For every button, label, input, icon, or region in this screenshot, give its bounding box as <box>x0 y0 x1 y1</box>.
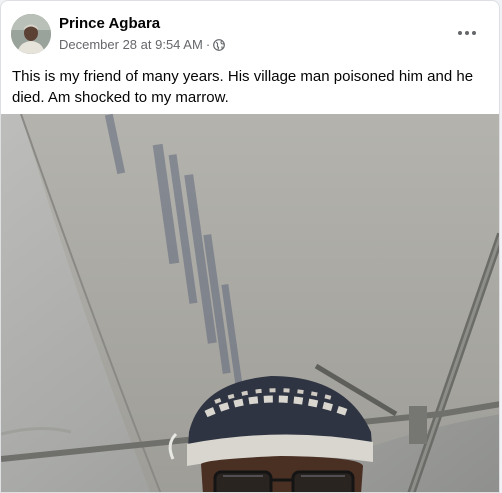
globe-icon[interactable] <box>213 38 226 51</box>
avatar-image <box>11 14 51 54</box>
photo-image <box>1 114 499 492</box>
more-options-icon[interactable] <box>455 23 479 43</box>
author-name[interactable]: Prince Agbara <box>59 15 160 32</box>
post-timestamp[interactable]: December 28 at 9:54 AM <box>59 37 203 52</box>
author-avatar[interactable] <box>11 14 51 54</box>
post-card: Prince Agbara December 28 at 9:54 AM · T… <box>0 0 500 493</box>
post-meta: December 28 at 9:54 AM · <box>59 37 226 52</box>
post-photo[interactable] <box>1 114 499 492</box>
post-caption: This is my friend of many years. His vil… <box>12 68 474 106</box>
meta-separator: · <box>205 37 211 52</box>
post-header: Prince Agbara December 28 at 9:54 AM · <box>1 1 499 61</box>
